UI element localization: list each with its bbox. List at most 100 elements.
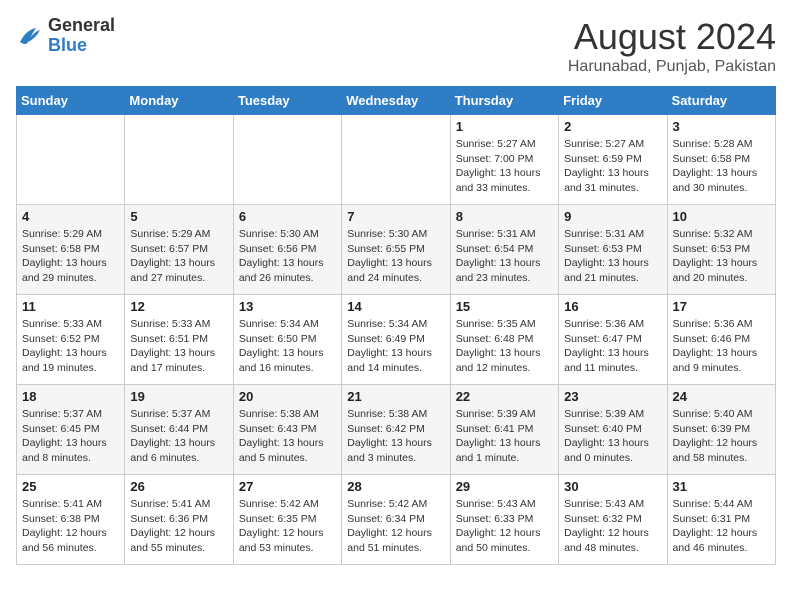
- day-info: Sunrise: 5:42 AM Sunset: 6:35 PM Dayligh…: [239, 497, 336, 556]
- day-info: Sunrise: 5:34 AM Sunset: 6:49 PM Dayligh…: [347, 317, 444, 376]
- day-number: 13: [239, 299, 336, 314]
- day-info: Sunrise: 5:36 AM Sunset: 6:46 PM Dayligh…: [673, 317, 770, 376]
- weekday-header-row: SundayMondayTuesdayWednesdayThursdayFrid…: [17, 87, 776, 115]
- day-number: 30: [564, 479, 661, 494]
- calendar-cell: 10Sunrise: 5:32 AM Sunset: 6:53 PM Dayli…: [667, 205, 775, 295]
- location: Harunabad, Punjab, Pakistan: [568, 58, 776, 76]
- month-title: August 2024: [568, 16, 776, 58]
- calendar-cell: 24 Sunrise: 5:40 AM Sunset: 6:39 PM Dayli…: [667, 385, 775, 475]
- day-info: Sunrise: 5:40 AM Sunset: 6:39 PM Dayligh…: [673, 407, 770, 466]
- calendar-cell: 26 Sunrise: 5:41 AM Sunset: 6:36 PM Dayli…: [125, 475, 233, 565]
- calendar-cell: 22 Sunrise: 5:39 AM Sunset: 6:41 PM Dayli…: [450, 385, 558, 475]
- day-info: Sunrise: 5:31 AM Sunset: 6:54 PM Dayligh…: [456, 227, 553, 286]
- day-number: 12: [130, 299, 227, 314]
- week-row-2: 4Sunrise: 5:29 AM Sunset: 6:58 PM Daylig…: [17, 205, 776, 295]
- day-info: Sunrise: 5:27 AM Sunset: 7:00 PM Dayligh…: [456, 137, 553, 196]
- calendar-cell: 28Sunrise: 5:42 AM Sunset: 6:34 PM Dayli…: [342, 475, 450, 565]
- calendar-cell: 9 Sunrise: 5:31 AM Sunset: 6:53 PM Daylig…: [559, 205, 667, 295]
- day-info: Sunrise: 5:30 AM Sunset: 6:55 PM Dayligh…: [347, 227, 444, 286]
- day-info: Sunrise: 5:31 AM Sunset: 6:53 PM Dayligh…: [564, 227, 661, 286]
- day-number: 17: [673, 299, 770, 314]
- calendar-cell: 27 Sunrise: 5:42 AM Sunset: 6:35 PM Dayli…: [233, 475, 341, 565]
- day-number: 22: [456, 389, 553, 404]
- day-info: Sunrise: 5:37 AM Sunset: 6:45 PM Dayligh…: [22, 407, 119, 466]
- calendar-cell: 5Sunrise: 5:29 AM Sunset: 6:57 PM Daylig…: [125, 205, 233, 295]
- calendar-cell: 3Sunrise: 5:28 AM Sunset: 6:58 PM Daylig…: [667, 115, 775, 205]
- day-info: Sunrise: 5:41 AM Sunset: 6:36 PM Dayligh…: [130, 497, 227, 556]
- day-info: Sunrise: 5:36 AM Sunset: 6:47 PM Dayligh…: [564, 317, 661, 376]
- calendar-cell: 12 Sunrise: 5:33 AM Sunset: 6:51 PM Dayli…: [125, 295, 233, 385]
- day-number: 24: [673, 389, 770, 404]
- day-number: 26: [130, 479, 227, 494]
- day-info: Sunrise: 5:39 AM Sunset: 6:40 PM Dayligh…: [564, 407, 661, 466]
- day-number: 8: [456, 209, 553, 224]
- day-number: 27: [239, 479, 336, 494]
- calendar-cell: 8 Sunrise: 5:31 AM Sunset: 6:54 PM Daylig…: [450, 205, 558, 295]
- day-number: 1: [456, 119, 553, 134]
- day-info: Sunrise: 5:29 AM Sunset: 6:57 PM Dayligh…: [130, 227, 227, 286]
- day-info: Sunrise: 5:28 AM Sunset: 6:58 PM Dayligh…: [673, 137, 770, 196]
- week-row-3: 11 Sunrise: 5:33 AM Sunset: 6:52 PM Dayli…: [17, 295, 776, 385]
- day-info: Sunrise: 5:43 AM Sunset: 6:33 PM Dayligh…: [456, 497, 553, 556]
- calendar-cell: 29 Sunrise: 5:43 AM Sunset: 6:33 PM Dayli…: [450, 475, 558, 565]
- day-number: 11: [22, 299, 119, 314]
- day-number: 4: [22, 209, 119, 224]
- calendar-cell: [233, 115, 341, 205]
- calendar-cell: 21 Sunrise: 5:38 AM Sunset: 6:42 PM Dayli…: [342, 385, 450, 475]
- calendar-cell: 11 Sunrise: 5:33 AM Sunset: 6:52 PM Dayli…: [17, 295, 125, 385]
- day-info: Sunrise: 5:42 AM Sunset: 6:34 PM Dayligh…: [347, 497, 444, 556]
- weekday-header-friday: Friday: [559, 87, 667, 115]
- day-info: Sunrise: 5:38 AM Sunset: 6:42 PM Dayligh…: [347, 407, 444, 466]
- calendar-cell: 13Sunrise: 5:34 AM Sunset: 6:50 PM Dayli…: [233, 295, 341, 385]
- day-info: Sunrise: 5:33 AM Sunset: 6:52 PM Dayligh…: [22, 317, 119, 376]
- weekday-header-saturday: Saturday: [667, 87, 775, 115]
- calendar-cell: 17 Sunrise: 5:36 AM Sunset: 6:46 PM Dayli…: [667, 295, 775, 385]
- day-number: 25: [22, 479, 119, 494]
- page-header: General Blue August 2024 Harunabad, Punj…: [16, 16, 776, 76]
- calendar-cell: 19Sunrise: 5:37 AM Sunset: 6:44 PM Dayli…: [125, 385, 233, 475]
- calendar-cell: [17, 115, 125, 205]
- day-info: Sunrise: 5:43 AM Sunset: 6:32 PM Dayligh…: [564, 497, 661, 556]
- week-row-5: 25Sunrise: 5:41 AM Sunset: 6:38 PM Dayli…: [17, 475, 776, 565]
- weekday-header-tuesday: Tuesday: [233, 87, 341, 115]
- day-info: Sunrise: 5:44 AM Sunset: 6:31 PM Dayligh…: [673, 497, 770, 556]
- weekday-header-thursday: Thursday: [450, 87, 558, 115]
- day-info: Sunrise: 5:35 AM Sunset: 6:48 PM Dayligh…: [456, 317, 553, 376]
- week-row-1: 1 Sunrise: 5:27 AM Sunset: 7:00 PM Daylig…: [17, 115, 776, 205]
- day-info: Sunrise: 5:33 AM Sunset: 6:51 PM Dayligh…: [130, 317, 227, 376]
- calendar-cell: 20Sunrise: 5:38 AM Sunset: 6:43 PM Dayli…: [233, 385, 341, 475]
- calendar-cell: 23Sunrise: 5:39 AM Sunset: 6:40 PM Dayli…: [559, 385, 667, 475]
- week-row-4: 18Sunrise: 5:37 AM Sunset: 6:45 PM Dayli…: [17, 385, 776, 475]
- logo-text: General Blue: [48, 16, 115, 56]
- day-number: 31: [673, 479, 770, 494]
- day-number: 21: [347, 389, 444, 404]
- day-number: 16: [564, 299, 661, 314]
- day-number: 29: [456, 479, 553, 494]
- calendar-cell: 18Sunrise: 5:37 AM Sunset: 6:45 PM Dayli…: [17, 385, 125, 475]
- day-number: 6: [239, 209, 336, 224]
- calendar-cell: 2 Sunrise: 5:27 AM Sunset: 6:59 PM Daylig…: [559, 115, 667, 205]
- calendar-cell: [125, 115, 233, 205]
- day-number: 20: [239, 389, 336, 404]
- calendar-cell: 16 Sunrise: 5:36 AM Sunset: 6:47 PM Dayli…: [559, 295, 667, 385]
- calendar-cell: 4Sunrise: 5:29 AM Sunset: 6:58 PM Daylig…: [17, 205, 125, 295]
- day-info: Sunrise: 5:27 AM Sunset: 6:59 PM Dayligh…: [564, 137, 661, 196]
- calendar-cell: 6Sunrise: 5:30 AM Sunset: 6:56 PM Daylig…: [233, 205, 341, 295]
- day-number: 7: [347, 209, 444, 224]
- day-number: 9: [564, 209, 661, 224]
- logo: General Blue: [16, 16, 115, 56]
- day-number: 2: [564, 119, 661, 134]
- calendar-cell: 31 Sunrise: 5:44 AM Sunset: 6:31 PM Dayli…: [667, 475, 775, 565]
- day-number: 15: [456, 299, 553, 314]
- day-info: Sunrise: 5:39 AM Sunset: 6:41 PM Dayligh…: [456, 407, 553, 466]
- day-number: 19: [130, 389, 227, 404]
- calendar-cell: 7 Sunrise: 5:30 AM Sunset: 6:55 PM Daylig…: [342, 205, 450, 295]
- calendar-cell: 1 Sunrise: 5:27 AM Sunset: 7:00 PM Daylig…: [450, 115, 558, 205]
- logo-bird-icon: [16, 24, 44, 48]
- calendar-cell: 14Sunrise: 5:34 AM Sunset: 6:49 PM Dayli…: [342, 295, 450, 385]
- day-number: 10: [673, 209, 770, 224]
- weekday-header-sunday: Sunday: [17, 87, 125, 115]
- title-block: August 2024 Harunabad, Punjab, Pakistan: [568, 16, 776, 76]
- calendar-table: SundayMondayTuesdayWednesdayThursdayFrid…: [16, 86, 776, 565]
- weekday-header-wednesday: Wednesday: [342, 87, 450, 115]
